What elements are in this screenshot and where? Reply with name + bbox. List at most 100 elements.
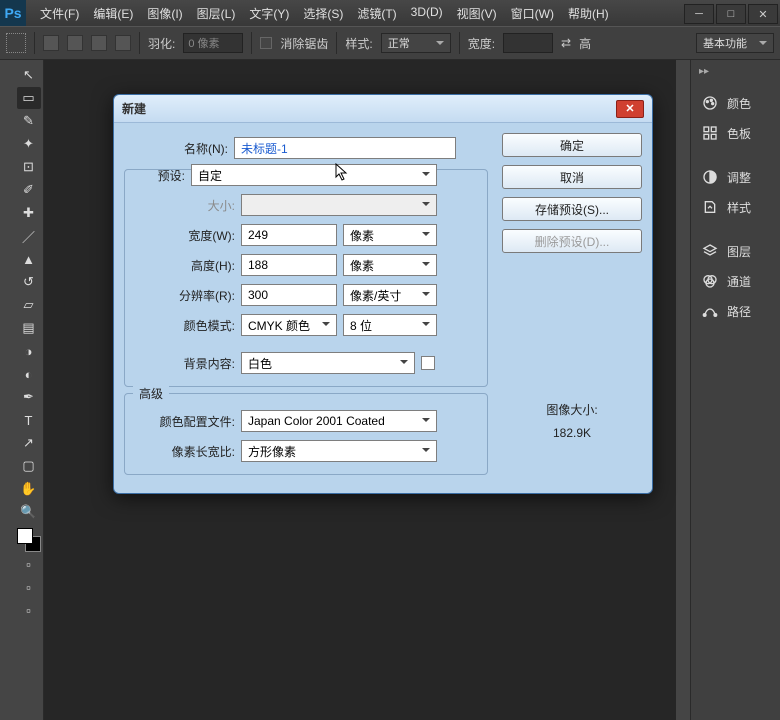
- width-input[interactable]: [241, 224, 337, 246]
- tool-crop[interactable]: ⊡: [17, 156, 41, 178]
- tool-marquee[interactable]: ▭: [17, 87, 41, 109]
- bg-label: 背景内容:: [131, 355, 241, 372]
- panel-paths[interactable]: 路径: [691, 296, 780, 326]
- size-label: 大小:: [131, 197, 241, 214]
- bg-color-swatch[interactable]: [421, 356, 435, 370]
- tool-path[interactable]: ↗: [17, 432, 41, 454]
- tool-dodge[interactable]: ◐: [17, 363, 41, 385]
- dialog-titlebar[interactable]: 新建 ✕: [114, 95, 652, 123]
- feather-input[interactable]: [183, 33, 243, 53]
- menu-file[interactable]: 文件(F): [34, 1, 85, 26]
- tool-hand[interactable]: ✋: [17, 478, 41, 500]
- tool-eraser[interactable]: ▱: [17, 294, 41, 316]
- cancel-button[interactable]: 取消: [502, 165, 642, 189]
- name-input[interactable]: [234, 137, 456, 159]
- ok-button[interactable]: 确定: [502, 133, 642, 157]
- tool-brush[interactable]: ／: [17, 225, 41, 247]
- panel-styles[interactable]: 样式: [691, 192, 780, 222]
- collapse-icon: ▸▸: [699, 66, 717, 82]
- resolution-input[interactable]: [241, 284, 337, 306]
- panel-label: 颜色: [727, 95, 751, 112]
- tool-mini-b[interactable]: ▫: [17, 576, 41, 598]
- menu-image[interactable]: 图像(I): [141, 1, 188, 26]
- mode-dropdown[interactable]: CMYK 颜色: [241, 314, 337, 336]
- tool-mini-a[interactable]: ▫: [17, 553, 41, 575]
- aspect-label: 像素长宽比:: [131, 443, 241, 460]
- color-swatches[interactable]: [17, 528, 41, 552]
- tool-stamp[interactable]: ▲: [17, 248, 41, 270]
- marquee-sub-icon[interactable]: [91, 35, 107, 51]
- tool-heal[interactable]: ✚: [17, 202, 41, 224]
- tool-gradient[interactable]: ▤: [17, 317, 41, 339]
- workspace-dropdown[interactable]: 基本功能: [696, 33, 774, 53]
- panel-layers[interactable]: 图层: [691, 236, 780, 266]
- style-dropdown[interactable]: 正常: [381, 33, 451, 53]
- aspect-dropdown[interactable]: 方形像素: [241, 440, 437, 462]
- menu-view[interactable]: 视图(V): [451, 1, 503, 26]
- tool-zoom[interactable]: 🔍: [17, 501, 41, 523]
- menu-type[interactable]: 文字(Y): [243, 1, 295, 26]
- menu-help[interactable]: 帮助(H): [562, 1, 615, 26]
- panel-label: 通道: [727, 273, 751, 290]
- panel-label: 样式: [727, 199, 751, 216]
- depth-dropdown[interactable]: 8 位: [343, 314, 437, 336]
- paths-icon: [701, 302, 719, 320]
- width-unit: 像素: [350, 227, 374, 244]
- panel-adjust[interactable]: 调整: [691, 162, 780, 192]
- panel-channels[interactable]: 通道: [691, 266, 780, 296]
- delete-preset-button[interactable]: 删除预设(D)...: [502, 229, 642, 253]
- size-dropdown[interactable]: [241, 194, 437, 216]
- resolution-unit-dropdown[interactable]: 像素/英寸: [343, 284, 437, 306]
- link-icon[interactable]: ⇄: [561, 36, 571, 50]
- width-input[interactable]: [503, 33, 553, 53]
- marquee-add-icon[interactable]: [67, 35, 83, 51]
- menu-layer[interactable]: 图层(L): [191, 1, 242, 26]
- antialias-checkbox[interactable]: [260, 37, 272, 49]
- panel-gap: [691, 148, 780, 162]
- divider: [251, 32, 252, 54]
- imagesize-value: 182.9K: [502, 426, 642, 440]
- app-logo: Ps: [0, 0, 26, 26]
- tool-rect[interactable]: ▢: [17, 455, 41, 477]
- menu-3d[interactable]: 3D(D): [405, 1, 449, 26]
- tool-mini-c[interactable]: ▫: [17, 599, 41, 621]
- dialog-close-button[interactable]: ✕: [616, 100, 644, 118]
- save-preset-button[interactable]: 存储预设(S)...: [502, 197, 642, 221]
- maximize-button[interactable]: □: [716, 4, 746, 24]
- adjust-icon: [701, 168, 719, 186]
- tool-history[interactable]: ↺: [17, 271, 41, 293]
- height-unit-dropdown[interactable]: 像素: [343, 254, 437, 276]
- close-window-button[interactable]: ✕: [748, 4, 778, 24]
- antialias-label: 消除锯齿: [280, 35, 328, 52]
- profile-value: Japan Color 2001 Coated: [248, 414, 385, 428]
- minimize-button[interactable]: ─: [684, 4, 714, 24]
- width-unit-dropdown[interactable]: 像素: [343, 224, 437, 246]
- bg-dropdown[interactable]: 白色: [241, 352, 415, 374]
- feather-label: 羽化:: [148, 35, 175, 52]
- preset-dropdown[interactable]: 自定: [191, 164, 437, 186]
- panel-palette[interactable]: 颜色: [691, 88, 780, 118]
- tool-pen[interactable]: ✒: [17, 386, 41, 408]
- panel-swatches[interactable]: 色板: [691, 118, 780, 148]
- titlebar: Ps 文件(F) 编辑(E) 图像(I) 图层(L) 文字(Y) 选择(S) 滤…: [0, 0, 780, 26]
- panel-label: 调整: [727, 169, 751, 186]
- tool-wand[interactable]: ✦: [17, 133, 41, 155]
- current-tool-icon[interactable]: [6, 33, 26, 53]
- swatches-icon: [701, 124, 719, 142]
- menu-select[interactable]: 选择(S): [297, 1, 349, 26]
- tool-eyedropper[interactable]: ✐: [17, 179, 41, 201]
- tool-type[interactable]: T: [17, 409, 41, 431]
- menu-edit[interactable]: 编辑(E): [87, 1, 139, 26]
- tool-lasso[interactable]: ✎: [17, 110, 41, 132]
- profile-dropdown[interactable]: Japan Color 2001 Coated: [241, 410, 437, 432]
- panel-collapse[interactable]: ▸▸: [691, 60, 780, 88]
- height-input[interactable]: [241, 254, 337, 276]
- tool-blur[interactable]: ◑: [17, 340, 41, 362]
- tool-move[interactable]: ↖: [17, 64, 41, 86]
- fg-swatch[interactable]: [17, 528, 33, 544]
- menu-window[interactable]: 窗口(W): [505, 1, 560, 26]
- marquee-intersect-icon[interactable]: [115, 35, 131, 51]
- marquee-rect-icon[interactable]: [43, 35, 59, 51]
- right-panel: ▸▸ 颜色色板调整样式图层通道路径: [690, 60, 780, 720]
- menu-filter[interactable]: 滤镜(T): [351, 1, 402, 26]
